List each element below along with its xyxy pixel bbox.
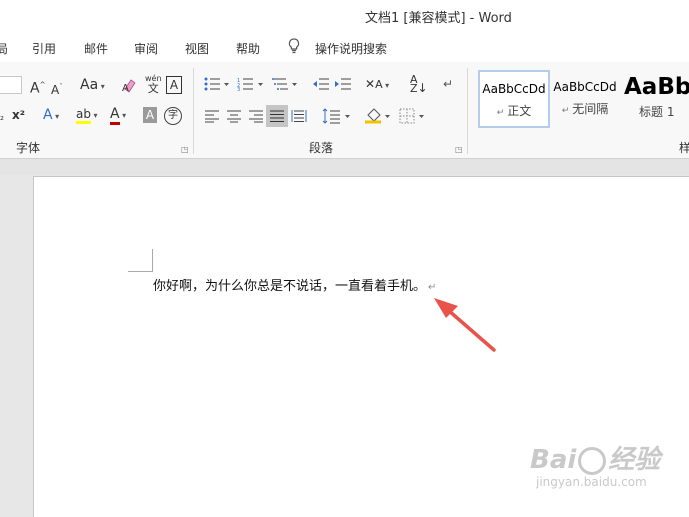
paw-logo-icon	[578, 446, 607, 475]
annotation-arrow	[434, 298, 496, 352]
watermark: Bai 经验 jingyan.baidu.com	[530, 445, 661, 489]
